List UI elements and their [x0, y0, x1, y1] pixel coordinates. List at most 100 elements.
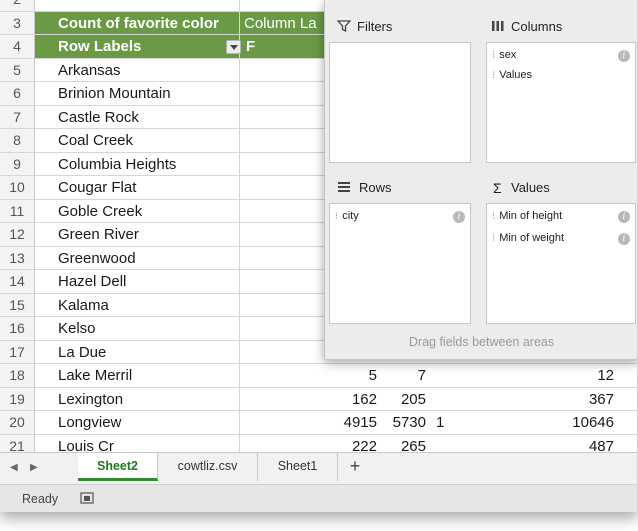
row-number[interactable]: 13	[0, 246, 35, 269]
row-number[interactable]: 18	[0, 364, 35, 387]
info-icon[interactable]: i	[618, 211, 630, 223]
row-labels-filter-dropdown-icon[interactable]	[226, 40, 241, 54]
cell-border	[239, 129, 240, 152]
cell-border	[239, 270, 240, 293]
row-label-cell[interactable]: Arkansas	[58, 59, 121, 82]
column-labels-cell[interactable]: Column La	[244, 12, 317, 35]
values-field-min-weight[interactable]: ⁝ Min of weight i	[492, 232, 630, 250]
add-sheet-button[interactable]: +	[340, 453, 370, 481]
row-number[interactable]: 9	[0, 152, 35, 175]
cell-border	[239, 340, 240, 363]
row-label-cell[interactable]: Row Labels	[58, 35, 141, 58]
table-row: 21 Louis Cr 222 265 487	[0, 434, 637, 453]
row-number[interactable]: 12	[0, 223, 35, 246]
row-label-cell[interactable]: Louis Cr	[58, 435, 114, 453]
macro-record-icon[interactable]	[80, 491, 94, 505]
cell-border	[239, 293, 240, 316]
row-label-cell[interactable]: Castle Rock	[58, 106, 139, 129]
rows-area[interactable]: ⁝ city i	[329, 203, 471, 324]
row-label-cell[interactable]: Goble Creek	[58, 200, 142, 223]
table-row: 20 Longview 4915 5730 1 10646	[0, 411, 637, 435]
table-row: 19 Lexington 162 205 367	[0, 387, 637, 411]
scroll-right-icon[interactable]: ▶	[30, 462, 40, 474]
row-label-cell[interactable]: Coal Creek	[58, 129, 133, 152]
value-cell[interactable]: 10646	[572, 411, 614, 434]
row-label-cell[interactable]: Green River	[58, 223, 139, 246]
value-cell[interactable]: 12	[597, 364, 614, 387]
row-label-cell[interactable]: Columbia Heights	[58, 153, 176, 176]
row-label-cell[interactable]: Cougar Flat	[58, 176, 136, 199]
value-cell[interactable]: 205	[401, 388, 426, 411]
columns-field-sex[interactable]: ⁝ sex i	[492, 49, 630, 67]
drag-fields-hint: Drag fields between areas	[408, 335, 555, 349]
status-text: Ready	[22, 492, 59, 506]
value-cell[interactable]: 222	[352, 435, 377, 453]
value-cell[interactable]: 1	[436, 411, 444, 434]
row-number[interactable]: 10	[0, 176, 35, 199]
cell-border	[239, 0, 240, 11]
value-cell[interactable]: 162	[352, 388, 377, 411]
info-icon[interactable]: i	[618, 50, 630, 62]
row-label-cell[interactable]: La Due	[58, 341, 106, 364]
values-area[interactable]: ⁝ Min of height i ⁝ Min of weight i	[486, 203, 636, 324]
row-number[interactable]: 3	[0, 11, 35, 34]
row-number[interactable]: 7	[0, 105, 35, 128]
row-label-cell[interactable]: Longview	[58, 411, 121, 434]
value-cell[interactable]: 5	[369, 364, 377, 387]
row-number[interactable]: 16	[0, 317, 35, 340]
scroll-left-icon[interactable]: ◀	[10, 462, 20, 474]
columns-field-values[interactable]: ⁝ Values	[492, 69, 630, 87]
value-cell[interactable]: 265	[401, 435, 426, 453]
cell-border	[239, 105, 240, 128]
sigma-icon: Σ	[493, 180, 502, 196]
tab-sheet2[interactable]: Sheet2	[78, 453, 158, 481]
row-label-cell[interactable]: Count of favorite color	[58, 12, 219, 35]
row-number[interactable]: 8	[0, 129, 35, 152]
filter-icon	[337, 20, 351, 33]
filters-area[interactable]	[329, 42, 471, 163]
value-cell[interactable]: 7	[418, 364, 426, 387]
row-label-cell[interactable]: Kelso	[58, 317, 96, 340]
row-number[interactable]: 19	[0, 387, 35, 410]
value-cell[interactable]: 367	[589, 388, 614, 411]
columns-icon	[492, 21, 504, 31]
row-label-cell[interactable]: Kalama	[58, 294, 109, 317]
excel-window: 23 Column La Count of favorite color 4 F Row …	[0, 0, 638, 512]
drag-grip-icon: ⁝	[335, 211, 339, 222]
info-icon[interactable]: i	[618, 233, 630, 245]
row-number[interactable]: 4	[0, 35, 35, 58]
row-number[interactable]: 14	[0, 270, 35, 293]
row-label-cell[interactable]: Brinion Mountain	[58, 82, 171, 105]
row-number[interactable]: 6	[0, 82, 35, 105]
table-row: 18 Lake Merril 5 7 12	[0, 364, 637, 388]
row-number[interactable]: 2	[0, 0, 35, 11]
info-icon[interactable]: i	[453, 211, 465, 223]
row-number[interactable]: 5	[0, 58, 35, 81]
cell-border	[239, 176, 240, 199]
rows-title: Rows	[359, 180, 392, 195]
cell-border	[239, 152, 240, 175]
row-number[interactable]: 17	[0, 340, 35, 363]
row-number[interactable]: 20	[0, 411, 35, 434]
row-number[interactable]: 21	[0, 434, 35, 452]
sheet-tab-bar: ◀ ▶ Sheet2 cowtliz.csv Sheet1 +	[0, 452, 637, 485]
row-number[interactable]: 15	[0, 293, 35, 316]
tab-sheet1[interactable]: Sheet1	[258, 453, 338, 481]
row-label-cell[interactable]: Greenwood	[58, 247, 136, 270]
cell-border	[239, 58, 240, 81]
values-field-min-height[interactable]: ⁝ Min of height i	[492, 210, 630, 228]
columns-area[interactable]: ⁝ sex i ⁝ Values	[486, 42, 636, 163]
row-label-cell[interactable]: Lexington	[58, 388, 123, 411]
drag-grip-icon: ⁝	[492, 70, 496, 81]
value-cell[interactable]: 487	[589, 435, 614, 453]
value-cell[interactable]: 4915	[344, 411, 377, 434]
row-label-cell[interactable]: Hazel Dell	[58, 270, 126, 293]
value-cell[interactable]: 5730	[393, 411, 426, 434]
row-number[interactable]: 11	[0, 199, 35, 222]
cell-border	[239, 223, 240, 246]
cell-border	[239, 317, 240, 340]
tab-cowtliz-csv[interactable]: cowtliz.csv	[158, 453, 258, 481]
cell-border	[239, 11, 240, 34]
rows-field-city[interactable]: ⁝ city i	[335, 210, 465, 228]
row-label-cell[interactable]: Lake Merril	[58, 364, 132, 387]
